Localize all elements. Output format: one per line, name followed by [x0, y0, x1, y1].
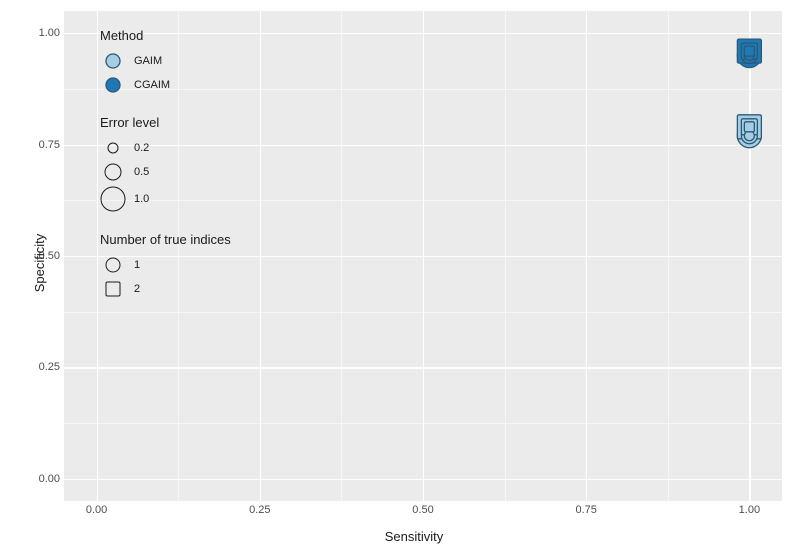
circle-icon — [100, 187, 126, 211]
legend-item: 1 — [100, 253, 231, 277]
legend-label: 2 — [134, 283, 140, 295]
circle-icon — [100, 49, 126, 73]
circle-icon — [100, 253, 126, 277]
y-tick: 0.75 — [20, 139, 60, 151]
square-icon — [100, 277, 126, 301]
legend-label: 1 — [134, 259, 140, 271]
legend-title-indices: Number of true indices — [100, 232, 231, 247]
legend-method: Method GAIM CGAIM — [100, 28, 231, 97]
legend-title-method: Method — [100, 28, 231, 43]
legend-item: 0.2 — [100, 136, 231, 160]
legend-item: CGAIM — [100, 73, 231, 97]
y-tick: 1.00 — [20, 27, 60, 39]
legend-item: 1.0 — [100, 184, 231, 214]
x-tick: 0.75 — [575, 504, 596, 516]
legends: Method GAIM CGAIM Error level 0.2 0.5 — [100, 28, 231, 301]
x-axis-title: Sensitivity — [385, 529, 444, 544]
legend-label: 1.0 — [134, 193, 149, 205]
y-tick: 0.25 — [20, 361, 60, 373]
x-tick: 0.25 — [249, 504, 270, 516]
y-tick: 0.00 — [20, 473, 60, 485]
legend-label: 0.5 — [134, 166, 149, 178]
x-tick: 1.00 — [739, 504, 760, 516]
legend-item: 0.5 — [100, 160, 231, 184]
x-tick: 0.50 — [412, 504, 433, 516]
legend-num-indices: Number of true indices 1 2 — [100, 232, 231, 301]
circle-icon — [100, 160, 126, 184]
y-axis-title: Specificity — [32, 234, 47, 293]
legend-label: CGAIM — [134, 79, 170, 91]
legend-item: GAIM — [100, 49, 231, 73]
legend-title-error: Error level — [100, 115, 231, 130]
circle-icon — [100, 136, 126, 160]
legend-item: 2 — [100, 277, 231, 301]
legend-label: GAIM — [134, 55, 162, 67]
legend-error-level: Error level 0.2 0.5 1.0 — [100, 115, 231, 214]
legend-label: 0.2 — [134, 142, 149, 154]
circle-icon — [100, 73, 126, 97]
x-tick: 0.00 — [86, 504, 107, 516]
